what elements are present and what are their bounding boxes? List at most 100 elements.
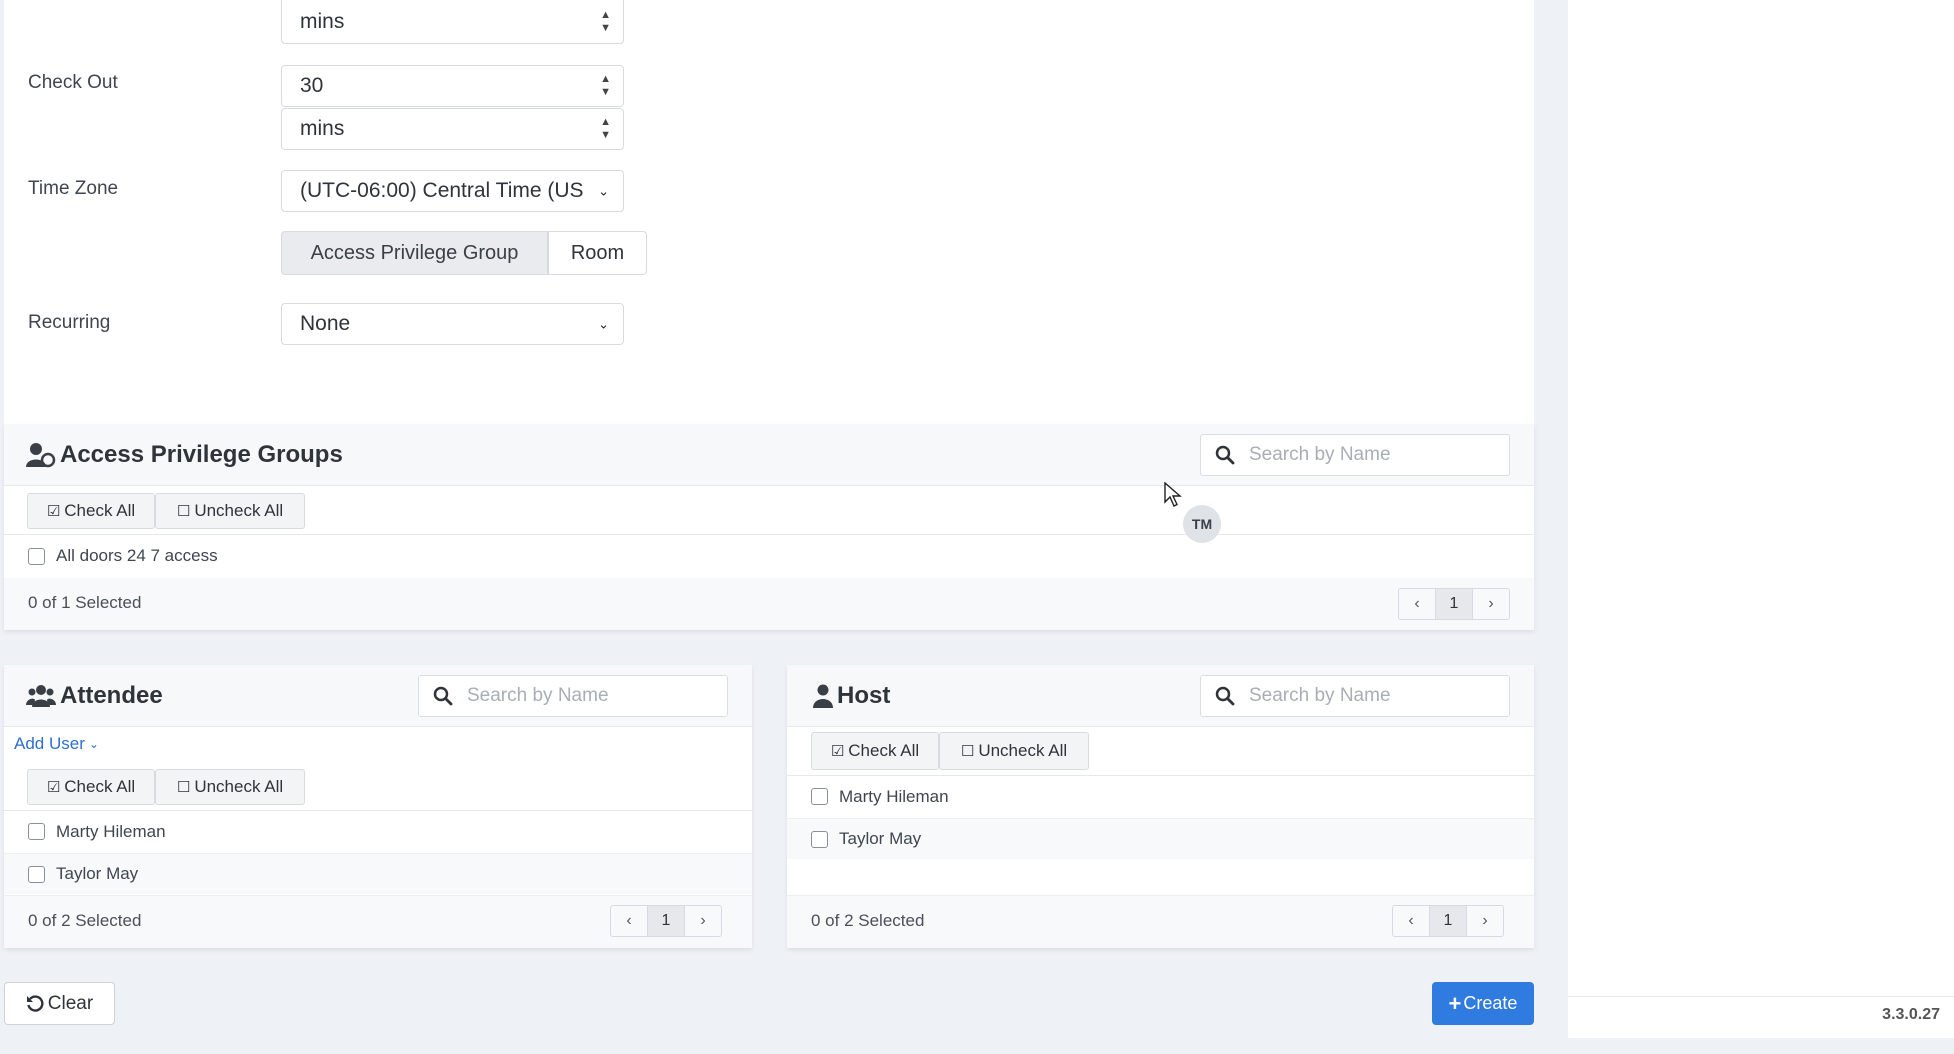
check-out-input[interactable]: 30 ▲ ▼: [281, 65, 624, 107]
clear-button-label: Clear: [47, 992, 94, 1014]
attendee-title-text: Attendee: [60, 682, 163, 709]
user-icon: [813, 684, 833, 708]
uncheck-all-label: Uncheck All: [194, 777, 284, 796]
uncheck-all-label: Uncheck All: [978, 741, 1068, 760]
attendee-uncheck-all-button[interactable]: ☐ Uncheck All: [155, 769, 305, 805]
access-groups-uncheck-all-button[interactable]: ☐ Uncheck All: [155, 493, 305, 529]
search-placeholder: Search by Name: [467, 685, 609, 706]
prev-page-button[interactable]: ‹: [611, 906, 648, 936]
list-item-label: Taylor May: [56, 864, 139, 883]
undo-icon: [26, 994, 44, 1012]
selection-status: 0 of 1 Selected: [28, 593, 142, 612]
chevron-down-icon: ⌄: [88, 737, 99, 751]
check-out-unit-select[interactable]: mins ▲ ▼: [281, 108, 624, 150]
plus-icon: +: [1448, 990, 1462, 1016]
attendee-check-all-button[interactable]: ☑ Check All: [27, 769, 155, 805]
chevron-down-icon: ⌄: [598, 316, 609, 332]
user-group-icon: [26, 443, 56, 468]
list-item[interactable]: Marty Hileman: [4, 811, 752, 852]
pagination: ‹ 1 ›: [1392, 905, 1504, 937]
recurring-select[interactable]: None ⌄: [281, 303, 624, 345]
search-icon: [1201, 686, 1249, 706]
right-side-panel: [1568, 0, 1954, 1038]
attendee-card: Attendee Search by Name Add User ⌄ ☑ Che…: [4, 665, 752, 948]
add-user-label: Add User: [14, 734, 85, 753]
attendee-title: Attendee: [26, 679, 163, 713]
select-arrows-icon: ▲ ▼: [600, 116, 611, 141]
pagination: ‹ 1 ›: [1398, 588, 1510, 620]
check-out-value: 30: [300, 74, 324, 97]
checked-box-icon: ☑: [46, 503, 61, 520]
create-button-label: Create: [1463, 993, 1518, 1013]
unchecked-box-icon: ☐: [176, 779, 191, 796]
recurring-label: Recurring: [28, 312, 111, 333]
number-spinner-icon[interactable]: ▲ ▼: [600, 74, 611, 98]
list-item[interactable]: Marty Hileman: [787, 776, 1534, 817]
prev-page-button[interactable]: ‹: [1393, 906, 1430, 936]
access-groups-title-text: Access Privilege Groups: [60, 441, 343, 468]
list-item-label: Marty Hileman: [839, 786, 949, 806]
checkbox[interactable]: [811, 788, 828, 805]
avatar: TM: [1183, 505, 1221, 543]
time-zone-select[interactable]: (UTC-06:00) Central Time (US ⌄: [281, 170, 624, 212]
chevron-down-icon: ⌄: [598, 183, 609, 199]
list-item-label: Taylor May: [839, 829, 922, 848]
host-title-text: Host: [837, 682, 891, 709]
list-item-label: Marty Hileman: [56, 821, 166, 841]
host-uncheck-all-button[interactable]: ☐ Uncheck All: [939, 732, 1089, 770]
next-page-button[interactable]: ›: [685, 906, 721, 936]
check-all-label: Check All: [848, 741, 920, 760]
list-item[interactable]: Taylor May: [787, 818, 1534, 859]
host-check-all-button[interactable]: ☑ Check All: [811, 732, 939, 770]
check-all-label: Check All: [64, 501, 136, 520]
list-footer: [4, 578, 1534, 630]
access-groups-title: Access Privilege Groups: [26, 438, 343, 472]
time-zone-value: (UTC-06:00) Central Time (US: [300, 179, 584, 202]
checkbox[interactable]: [28, 865, 45, 883]
search-placeholder: Search by Name: [1249, 444, 1391, 465]
next-page-button[interactable]: ›: [1467, 906, 1503, 936]
toggle-access-privilege-group[interactable]: Access Privilege Group: [281, 231, 548, 275]
selection-status: 0 of 2 Selected: [28, 911, 142, 930]
page-number[interactable]: 1: [1430, 906, 1467, 936]
avatar-initials: TM: [1191, 516, 1213, 532]
top-unit-value: mins: [300, 9, 345, 33]
access-privilege-groups-card: Access Privilege Groups Search by Name ☑…: [4, 424, 1534, 630]
create-button[interactable]: + Create: [1432, 982, 1534, 1025]
list-item-label: All doors 24 7 access: [56, 546, 218, 565]
attendee-search-input[interactable]: Search by Name: [418, 675, 728, 717]
search-icon: [419, 686, 467, 706]
list-item[interactable]: All doors 24 7 access: [4, 535, 1534, 577]
users-icon: [26, 685, 56, 707]
side-panel-footer-divider: [1568, 996, 1954, 997]
checkbox[interactable]: [811, 830, 828, 848]
search-icon: [1201, 445, 1249, 465]
unchecked-box-icon: ☐: [960, 743, 975, 760]
page-number[interactable]: 1: [1436, 589, 1473, 619]
list-item[interactable]: Taylor May: [4, 853, 752, 894]
add-user-dropdown[interactable]: Add User ⌄: [14, 734, 99, 754]
version-label: 3.3.0.27: [1882, 1006, 1940, 1023]
recurring-value: None: [300, 312, 351, 335]
check-out-unit-value: mins: [300, 117, 345, 140]
host-card: Host Search by Name ☑ Check All ☐ Unchec…: [787, 665, 1534, 948]
clear-button[interactable]: Clear: [4, 982, 115, 1025]
checked-box-icon: ☑: [46, 779, 61, 796]
page-number[interactable]: 1: [648, 906, 685, 936]
check-all-label: Check All: [64, 777, 136, 796]
host-search-input[interactable]: Search by Name: [1200, 675, 1510, 717]
mouse-cursor-icon: [1164, 482, 1182, 507]
access-groups-search-input[interactable]: Search by Name: [1200, 434, 1510, 476]
checkbox[interactable]: [28, 823, 45, 840]
next-page-button[interactable]: ›: [1473, 589, 1509, 619]
access-groups-check-all-button[interactable]: ☑ Check All: [27, 493, 155, 529]
pagination: ‹ 1 ›: [610, 905, 722, 937]
check-out-label: Check Out: [28, 72, 118, 93]
host-title: Host: [813, 679, 890, 713]
toggle-room[interactable]: Room: [548, 231, 647, 275]
checkbox[interactable]: [28, 547, 45, 565]
time-zone-label: Time Zone: [28, 178, 119, 199]
selection-status: 0 of 2 Selected: [811, 911, 925, 930]
prev-page-button[interactable]: ‹: [1399, 589, 1436, 619]
top-unit-select[interactable]: mins ▲ ▼: [281, 0, 624, 44]
